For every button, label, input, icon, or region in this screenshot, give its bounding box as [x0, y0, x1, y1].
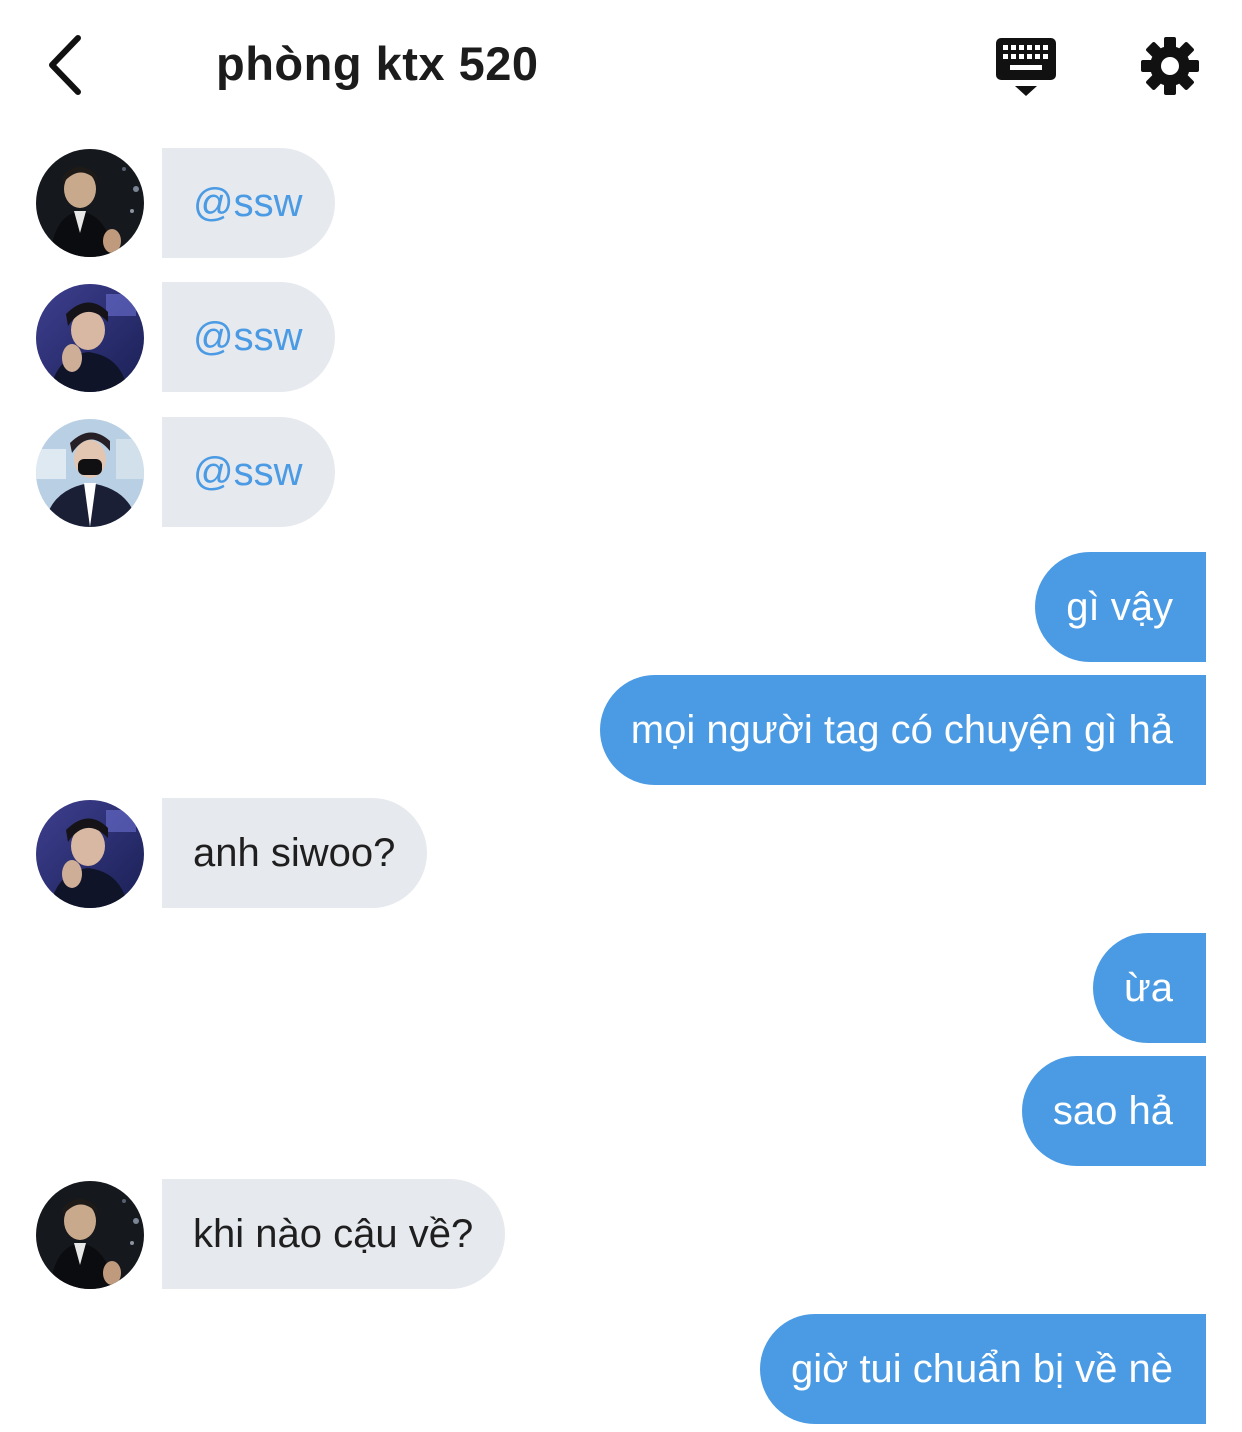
avatar[interactable]	[36, 284, 144, 392]
gear-icon	[1141, 37, 1199, 95]
incoming-message-bubble[interactable]: @ssw	[162, 282, 335, 392]
avatar[interactable]	[36, 419, 144, 527]
avatar[interactable]	[36, 149, 144, 257]
avatar-photo	[36, 800, 144, 908]
chevron-left-icon	[49, 35, 81, 95]
incoming-message-bubble[interactable]: @ssw	[162, 417, 335, 527]
outgoing-message-bubble[interactable]: mọi người tag có chuyện gì hả	[599, 675, 1206, 785]
chat-title: phòng ktx 520	[216, 37, 539, 90]
keyboard-icon	[996, 38, 1056, 96]
outgoing-message-bubble[interactable]: giờ tui chuẩn bị về nè	[759, 1314, 1206, 1424]
avatar-photo	[36, 419, 144, 527]
avatar-photo	[36, 1181, 144, 1289]
incoming-message-bubble[interactable]: @ssw	[162, 148, 335, 258]
avatar[interactable]	[36, 1181, 144, 1289]
avatar-photo	[36, 149, 144, 257]
avatar-photo	[36, 284, 144, 392]
outgoing-message-bubble[interactable]: ừa	[1092, 933, 1206, 1043]
avatar[interactable]	[36, 800, 144, 908]
incoming-message-bubble[interactable]: anh siwoo?	[162, 798, 428, 908]
back-button[interactable]	[40, 30, 100, 100]
keyboard-toggle-button[interactable]	[990, 34, 1062, 100]
outgoing-message-bubble[interactable]: gì vậy	[1035, 552, 1206, 662]
chat-header: phòng ktx 520	[0, 0, 1242, 130]
outgoing-message-bubble[interactable]: sao hả	[1021, 1056, 1206, 1166]
settings-button[interactable]	[1138, 34, 1202, 98]
incoming-message-bubble[interactable]: khi nào cậu về?	[162, 1179, 506, 1289]
